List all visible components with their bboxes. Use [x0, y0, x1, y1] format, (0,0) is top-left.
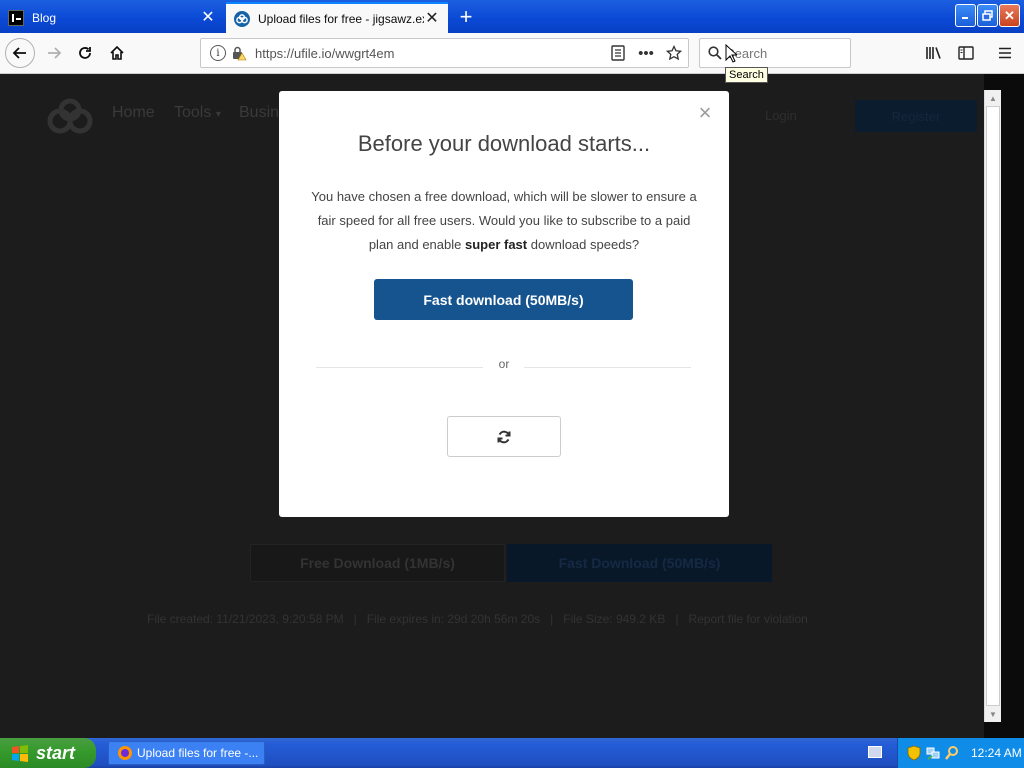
modal-body: You have chosen a free download, which w…	[309, 185, 699, 257]
free-download-button[interactable]: Free Download (1MB/s)	[250, 544, 505, 582]
restore-window-button[interactable]	[977, 4, 998, 27]
blog-favicon-icon	[8, 9, 24, 26]
page-actions-icon[interactable]: •••	[632, 41, 660, 65]
ufile-favicon-icon	[234, 10, 250, 27]
search-tray-icon[interactable]	[944, 745, 960, 761]
library-icon	[926, 47, 941, 59]
reload-icon	[79, 47, 91, 59]
arrow-right-icon	[48, 47, 62, 59]
file-created: File created: 11/21/2023, 9:20:58 PM	[147, 612, 344, 626]
refresh-spinner-icon	[497, 430, 511, 443]
mouse-cursor-icon	[725, 43, 739, 67]
url-bar[interactable]: i https://ufile.io/wwgrt4em •••	[200, 38, 689, 68]
download-modal: × Before your download starts... You hav…	[279, 91, 729, 517]
insecure-lock-icon[interactable]	[231, 45, 247, 61]
close-window-button[interactable]: ✕	[999, 4, 1020, 27]
modal-body-emphasis: super fast	[464, 237, 528, 252]
register-button[interactable]: Register	[855, 100, 977, 132]
scroll-thumb[interactable]	[986, 106, 1000, 706]
reload-button[interactable]	[70, 38, 100, 68]
reader-view-icon[interactable]	[604, 41, 632, 65]
nav-business-link[interactable]: Busin	[239, 104, 279, 122]
nav-tools-label: Tools	[174, 104, 212, 121]
free-download-loading-button[interactable]	[447, 416, 561, 457]
library-button[interactable]	[919, 38, 949, 68]
start-label: start	[36, 742, 76, 763]
sidebar-toggle-button[interactable]	[951, 38, 981, 68]
search-input[interactable]	[726, 45, 846, 61]
windows-logo-icon	[12, 745, 28, 762]
network-icon[interactable]	[925, 745, 941, 761]
firefox-icon	[118, 746, 132, 760]
system-tray: 12:24 AM	[897, 738, 1024, 768]
search-box[interactable]	[699, 38, 851, 68]
bookmark-star-icon[interactable]	[660, 41, 688, 65]
close-tab-icon[interactable]: ✕	[200, 9, 216, 26]
file-expires: File expires in: 29d 20h 56m 20s	[366, 612, 541, 626]
chevron-down-icon: ▾	[215, 109, 221, 120]
file-meta: File created: 11/21/2023, 9:20:58 PM | F…	[147, 612, 808, 626]
tab-bar: Blog ✕ Upload files for free - jigsawz.e…	[0, 0, 1024, 33]
hamburger-icon	[999, 47, 1011, 59]
or-label: or	[498, 357, 510, 371]
file-size: File Size: 949.2 KB	[563, 612, 666, 626]
home-icon	[110, 45, 124, 60]
url-text[interactable]: https://ufile.io/wwgrt4em	[255, 46, 604, 61]
navigation-toolbar: i https://ufile.io/wwgrt4em •••	[0, 33, 1024, 74]
forward-button[interactable]	[39, 38, 69, 68]
divider	[524, 367, 691, 368]
meta-separator: |	[550, 612, 554, 626]
search-tooltip: Search	[725, 67, 768, 83]
taskbar-item-label: Upload files for free -...	[137, 746, 259, 760]
start-button[interactable]: start	[0, 738, 96, 768]
tab-upload-files[interactable]: Upload files for free - jigsawz.exe ✕	[226, 2, 448, 33]
close-tab-icon[interactable]: ✕	[424, 10, 440, 27]
search-icon	[708, 46, 722, 60]
site-info-icon[interactable]: i	[210, 45, 226, 61]
page-scrollbar[interactable]: ▲ ▼	[984, 90, 1001, 722]
windows-taskbar: start Upload files for free -... 12:24 A…	[0, 738, 1024, 768]
home-button[interactable]	[102, 38, 132, 68]
taskbar-firefox-item[interactable]: Upload files for free -...	[108, 741, 265, 765]
fast-download-button[interactable]: Fast Download (50MB/s)	[507, 544, 772, 582]
meta-separator: |	[675, 612, 679, 626]
login-link[interactable]: Login	[765, 108, 797, 123]
ufile-logo-icon[interactable]	[46, 98, 94, 134]
modal-fast-download-button[interactable]: Fast download (50MB/s)	[374, 279, 633, 320]
tab-blog[interactable]: Blog ✕	[0, 2, 224, 33]
hamburger-menu-button[interactable]	[990, 38, 1020, 68]
modal-close-button[interactable]: ×	[695, 102, 715, 124]
nav-home-link[interactable]: Home	[112, 104, 155, 122]
divider	[316, 367, 483, 368]
scroll-down-arrow-icon[interactable]: ▼	[985, 706, 1001, 722]
back-button[interactable]	[5, 38, 35, 68]
modal-title: Before your download starts...	[357, 131, 651, 156]
tab-title: Upload files for free - jigsawz.exe	[258, 11, 424, 26]
minimize-window-button[interactable]	[955, 4, 976, 27]
meta-separator: |	[353, 612, 357, 626]
tab-title: Blog	[32, 10, 57, 25]
security-shield-icon[interactable]	[906, 745, 922, 761]
new-tab-button[interactable]: +	[452, 3, 480, 31]
clock: 12:24 AM	[971, 746, 1022, 760]
arrow-left-icon	[12, 47, 26, 59]
nav-tools-link[interactable]: Tools ▾	[174, 104, 221, 122]
report-link[interactable]: Report file for violation	[688, 612, 807, 626]
sidebar-icon	[958, 46, 974, 60]
modal-body-text-end: download speeds?	[527, 237, 640, 252]
scroll-up-arrow-icon[interactable]: ▲	[985, 90, 1001, 106]
keyboard-layout-icon[interactable]	[868, 746, 882, 758]
